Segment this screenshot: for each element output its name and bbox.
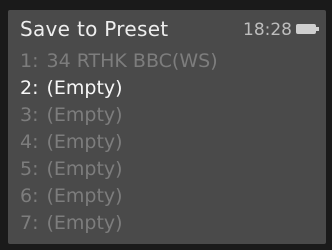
header-bar: Save to Preset 18:28 bbox=[8, 10, 326, 46]
preset-label: (Empty) bbox=[46, 77, 123, 99]
preset-number: 2: bbox=[20, 77, 39, 99]
preset-number: 5: bbox=[20, 158, 39, 180]
preset-item-7[interactable]: 7: (Empty) bbox=[8, 210, 326, 237]
battery-icon bbox=[296, 24, 319, 34]
page-title: Save to Preset bbox=[20, 17, 169, 41]
preset-number: 1: bbox=[20, 50, 39, 72]
preset-label: (Empty) bbox=[46, 185, 123, 207]
display-screen: Save to Preset 18:28 1: 34 RTHK BBC(WS) 2… bbox=[8, 10, 326, 244]
preset-item-4[interactable]: 4: (Empty) bbox=[8, 129, 326, 156]
preset-number: 6: bbox=[20, 185, 39, 207]
preset-list: 1: 34 RTHK BBC(WS) 2: (Empty) 3: (Empty) 4:… bbox=[8, 48, 326, 237]
preset-label: (Empty) bbox=[46, 212, 123, 234]
preset-label: (Empty) bbox=[46, 104, 123, 126]
preset-item-2[interactable]: 2: (Empty) bbox=[8, 75, 326, 102]
preset-label: (Empty) bbox=[46, 131, 123, 153]
preset-label: (Empty) bbox=[46, 158, 123, 180]
preset-label: 34 RTHK BBC(WS) bbox=[46, 50, 218, 72]
clock-time: 18:28 bbox=[243, 20, 292, 40]
preset-item-1[interactable]: 1: 34 RTHK BBC(WS) bbox=[8, 48, 326, 75]
preset-item-6[interactable]: 6: (Empty) bbox=[8, 183, 326, 210]
radio-device: Save to Preset 18:28 1: 34 RTHK BBC(WS) 2… bbox=[0, 0, 332, 250]
preset-number: 3: bbox=[20, 104, 39, 126]
preset-number: 7: bbox=[20, 212, 39, 234]
preset-item-5[interactable]: 5: (Empty) bbox=[8, 156, 326, 183]
preset-number: 4: bbox=[20, 131, 39, 153]
preset-item-3[interactable]: 3: (Empty) bbox=[8, 102, 326, 129]
